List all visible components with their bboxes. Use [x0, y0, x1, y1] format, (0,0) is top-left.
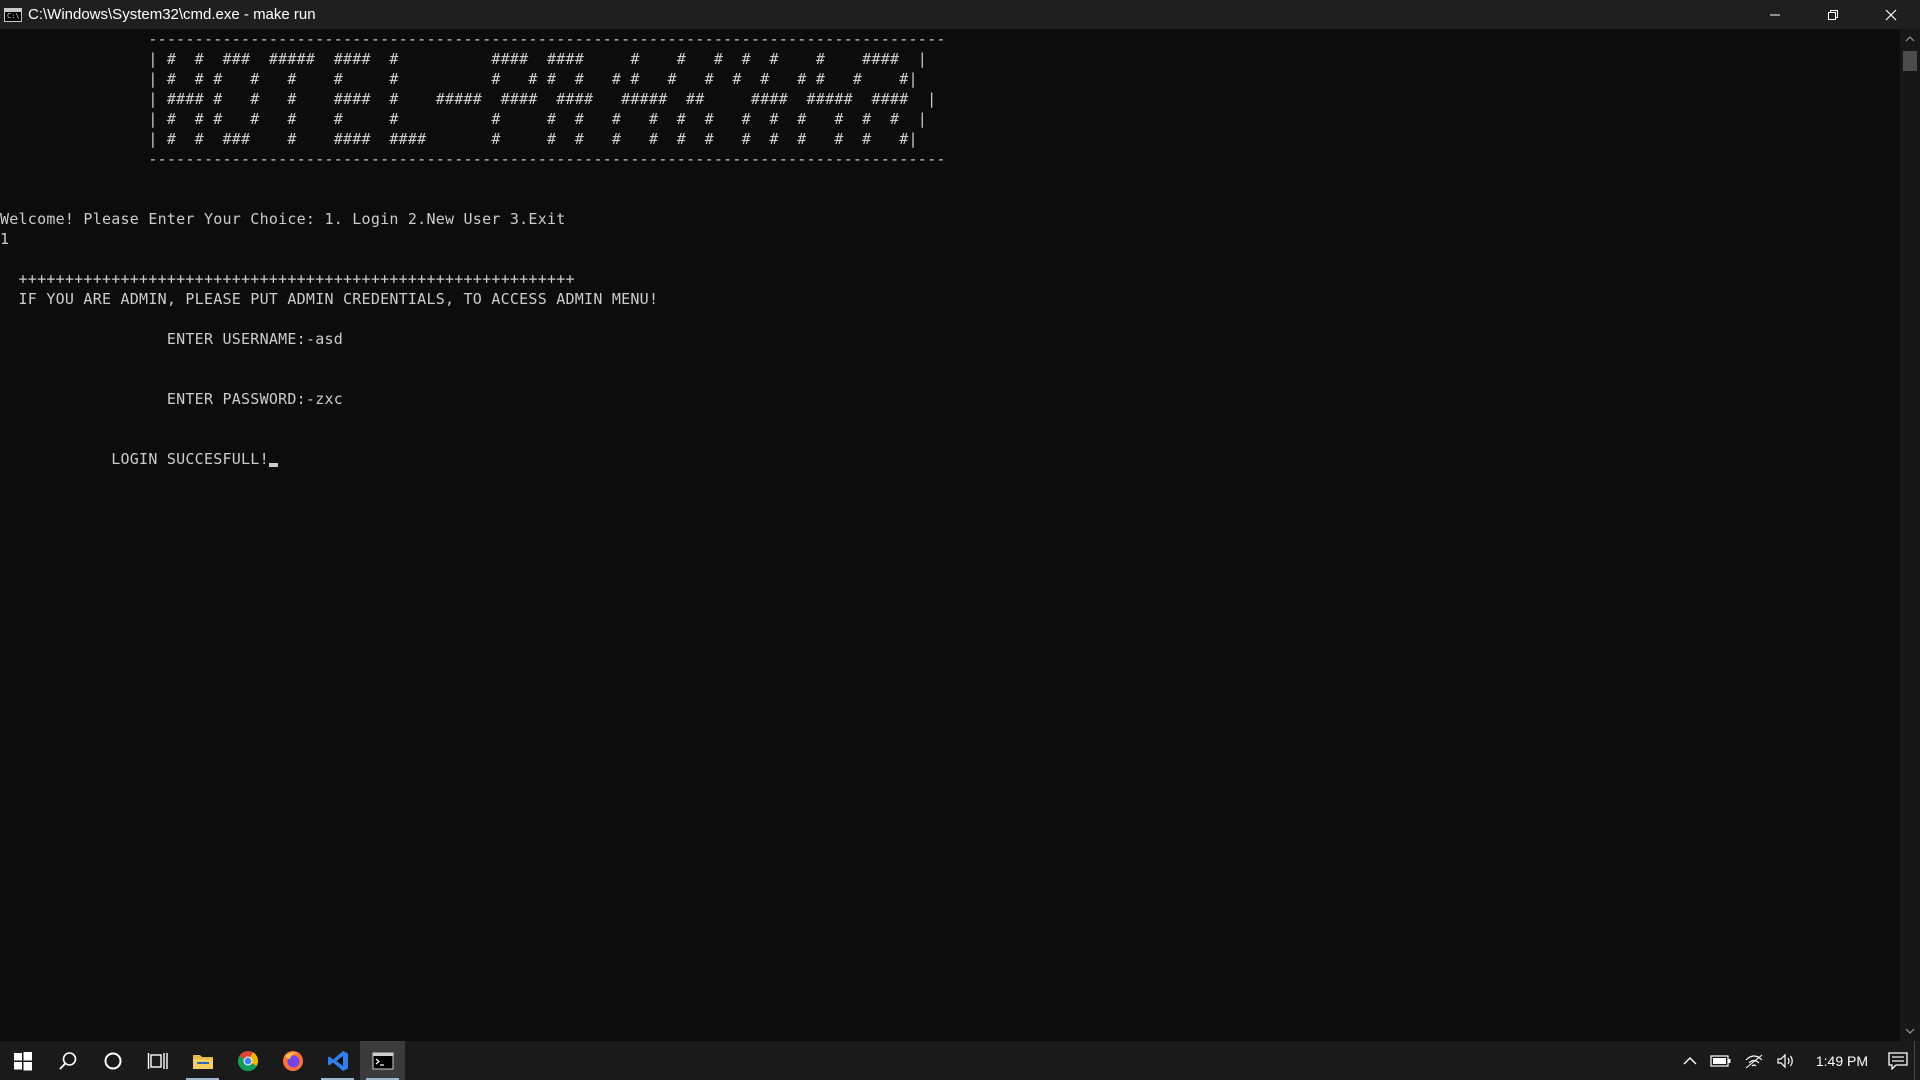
scroll-up-button[interactable] — [1900, 29, 1920, 49]
chevron-up-icon — [1683, 1056, 1697, 1064]
start-button[interactable] — [0, 1041, 45, 1080]
file-explorer-button[interactable] — [180, 1041, 225, 1080]
cmd-icon: C:\ — [4, 7, 22, 22]
cmd-button[interactable] — [360, 1041, 405, 1080]
console-output-area[interactable]: ----------------------------------------… — [0, 29, 1900, 1041]
taskbar-clock[interactable]: 1:49 PM — [1802, 1053, 1882, 1069]
firefox-button[interactable] — [270, 1041, 315, 1080]
username-prompt: ENTER USERNAME:-asd — [0, 330, 344, 348]
admin-notice: IF YOU ARE ADMIN, PLEASE PUT ADMIN CREDE… — [0, 290, 659, 308]
cortana-button[interactable] — [90, 1041, 135, 1080]
battery-icon — [1710, 1054, 1731, 1067]
banner-line: | # # # # # # # # # # # # # # # # # # # … — [0, 70, 918, 88]
close-button[interactable] — [1862, 0, 1920, 29]
chrome-icon — [237, 1050, 258, 1071]
banner-line: | # # ### ##### #### # #### #### # # # #… — [0, 50, 928, 68]
scroll-down-button[interactable] — [1900, 1021, 1920, 1041]
wifi-icon — [1745, 1054, 1763, 1068]
user-input-choice: 1 — [0, 230, 10, 248]
search-icon — [58, 1051, 76, 1070]
console-line: ----------------------------------------… — [0, 30, 946, 48]
windows-logo-icon — [13, 1051, 32, 1070]
cortana-circle-icon — [104, 1052, 121, 1069]
password-prompt: ENTER PASSWORD:-zxc — [0, 390, 344, 408]
cmd-icon — [372, 1052, 393, 1069]
show-hidden-icons-button[interactable] — [1676, 1041, 1704, 1080]
vertical-scrollbar[interactable] — [1900, 29, 1920, 1041]
banner-line: | #### # # # #### # ##### #### #### ####… — [0, 90, 937, 108]
login-status: LOGIN SUCCESFULL! — [0, 450, 269, 468]
minimize-button[interactable] — [1746, 0, 1804, 29]
taskbar: 1:49 PM — [0, 1041, 1920, 1080]
restore-button[interactable] — [1804, 0, 1862, 29]
console-text: ----------------------------------------… — [0, 29, 946, 469]
chevron-down-icon — [1905, 1028, 1915, 1034]
folder-icon — [192, 1054, 213, 1069]
restore-icon — [1828, 9, 1838, 20]
volume-icon — [1777, 1053, 1793, 1068]
task-view-button[interactable] — [135, 1041, 180, 1080]
action-center-button[interactable] — [1882, 1041, 1914, 1080]
search-button[interactable] — [45, 1041, 90, 1080]
console-line: ----------------------------------------… — [0, 150, 946, 168]
chevron-up-icon — [1905, 36, 1915, 42]
network-button[interactable] — [1738, 1041, 1770, 1080]
separator-line: ++++++++++++++++++++++++++++++++++++++++… — [0, 270, 575, 288]
notification-icon — [1888, 1051, 1908, 1070]
firefox-icon — [282, 1050, 303, 1071]
text-cursor — [268, 463, 278, 467]
banner-line: | # # ### # #### #### # # # # # # # # # … — [0, 130, 918, 148]
vscode-icon — [327, 1050, 348, 1071]
battery-button[interactable] — [1704, 1041, 1738, 1080]
vscode-button[interactable] — [315, 1041, 360, 1080]
scrollbar-thumb[interactable] — [1903, 51, 1917, 71]
show-desktop-button[interactable] — [1914, 1041, 1920, 1080]
banner-line: | # # # # # # # # # # # # # # # # # # # … — [0, 110, 928, 128]
chrome-button[interactable] — [225, 1041, 270, 1080]
system-tray: 1:49 PM — [1676, 1041, 1920, 1080]
volume-button[interactable] — [1770, 1041, 1802, 1080]
window-title-bar[interactable]: C:\ C:\Windows\System32\cmd.exe - make r… — [0, 0, 1920, 29]
window-title: C:\Windows\System32\cmd.exe - make run — [28, 6, 316, 23]
minimize-icon — [1770, 14, 1780, 15]
task-view-icon — [147, 1052, 168, 1069]
menu-prompt: Welcome! Please Enter Your Choice: 1. Lo… — [0, 210, 566, 228]
close-icon — [1885, 9, 1897, 20]
